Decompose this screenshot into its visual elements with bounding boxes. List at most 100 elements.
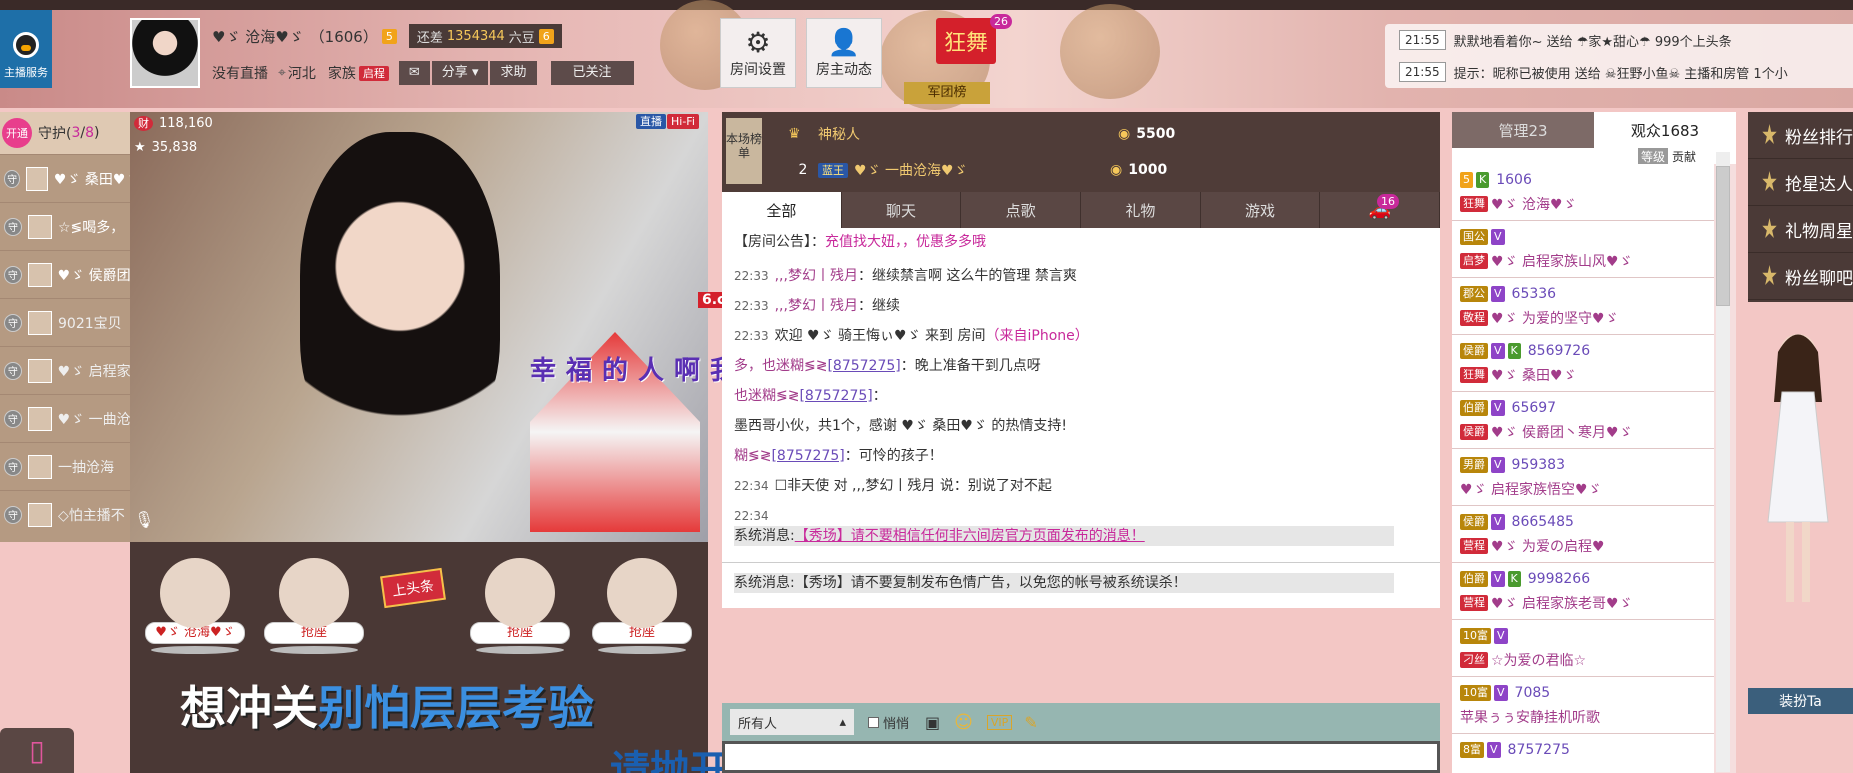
anchor-service-button[interactable]: 主播服务 (0, 10, 52, 88)
room-settings-button[interactable]: ⚙ 房间设置 (720, 18, 796, 88)
image-icon[interactable]: ▣ (925, 713, 940, 732)
chat-input[interactable] (722, 741, 1440, 773)
tab-admin[interactable]: 管理23 (1452, 112, 1594, 148)
family-badge[interactable]: 启程 (358, 65, 389, 81)
audience-row[interactable]: 侯爵 V 8665485 营程 ♥ゞ 为爱の启程♥ (1452, 506, 1714, 563)
side-menu: 粉丝排行 抢星达人 礼物周星 粉丝聊吧 (1748, 112, 1853, 302)
user-name: ♥ゞ 侯爵团丶寒月♥ゞ (1491, 425, 1633, 441)
audience-row[interactable]: 8富 V 8757275 (1452, 734, 1714, 773)
tab-audience[interactable]: 观众1683 (1594, 112, 1736, 148)
audience-row[interactable]: 侯爵 V K 8569726 狂舞 ♥ゞ 桑田♥ゞ (1452, 335, 1714, 392)
audience-row[interactable]: 郡公 V 65336 敬程 ♥ゞ 为爱的坚守♥ゞ (1452, 278, 1714, 335)
legion-rank-tab[interactable]: 军团榜 (904, 82, 990, 104)
owner-feed-button[interactable]: 👤 房主动态 (806, 18, 882, 88)
user-id: 1606 (1496, 172, 1532, 188)
anchor-avatar[interactable] (130, 18, 200, 88)
user-level-badge: 10富 (1460, 628, 1491, 644)
guard-name: 一抽沧海 (58, 459, 114, 476)
kuangwu-promo[interactable]: 狂舞 (936, 18, 996, 64)
chat-user[interactable]: 也迷糊≶≷ (734, 388, 799, 404)
guard-total: 8 (85, 125, 95, 141)
qq-penguin-icon (13, 32, 39, 58)
chat-user[interactable]: ,,,梦幻丨残月 (775, 298, 858, 314)
ranking-label[interactable]: 本场榜单 (726, 118, 762, 184)
grab-seat[interactable]: 抢座 (262, 558, 366, 656)
user-name: 苹果ぅぅ安静挂机听歌 (1460, 710, 1600, 726)
guard-list: 守 ♥ゞ 桑田♥ゞ守 ☆≶喝多，守 ♥ゞ 侯爵团守 9021宝贝守 ♥ゞ 启程家… (0, 154, 130, 538)
share-button[interactable]: 分享 ▾ (431, 61, 489, 85)
guard-item[interactable]: 守 ☆≶喝多， (0, 202, 130, 250)
chat-user[interactable]: 多，也迷糊≶≷ (734, 358, 827, 374)
rank-row[interactable]: 2 蓝王 ♥ゞ 一曲沧海♥ゞ ◉ 1000 (788, 152, 1428, 188)
audience-row[interactable]: 男爵 V 959383 ♥ゞ 启程家族悟空♥ゞ (1452, 449, 1714, 506)
whisper-checkbox[interactable] (868, 716, 879, 728)
side-menu-item[interactable]: 抢星达人 (1748, 159, 1853, 206)
tab-car[interactable]: 🚗 16 (1320, 192, 1441, 228)
message-button[interactable]: ✉ (398, 61, 430, 85)
guard-item[interactable]: 守 ♥ゞ 启程家 (0, 346, 130, 394)
audience-row[interactable]: 10富 V 7085 苹果ぅぅ安静挂机听歌 (1452, 677, 1714, 734)
owner-feed-label: 房主动态 (816, 62, 872, 78)
followed-button[interactable]: 已关注 (550, 61, 634, 85)
news-item[interactable]: 21:55 提示：昵称已被使用 送给 ☠狂野小鱼☠ 主播和房管 1个小 (1385, 56, 1853, 88)
guard-item[interactable]: 守 ♥ゞ 侯爵团 (0, 250, 130, 298)
audience-scrollbar[interactable] (1716, 152, 1730, 772)
audience-row[interactable]: 伯爵 V K 9998266 营程 ♥ゞ 启程家族老哥♥ゞ (1452, 563, 1714, 620)
chat-user-id[interactable]: [8757275] (827, 358, 900, 374)
chat-user[interactable]: 糊≶≷ (734, 448, 771, 464)
guard-item[interactable]: 守 9021宝贝 (0, 298, 130, 346)
remaining-value: 1354344 (446, 28, 505, 44)
sys-text[interactable]: 【秀场】请不要相信任何非六间房官方页面发布的消息！ (795, 528, 1145, 544)
chat-text: ：可怜的孩子！ (844, 448, 943, 464)
guard-avatar (27, 358, 52, 383)
tab-4[interactable]: 游戏 (1201, 192, 1321, 228)
grab-seat[interactable]: 抢座 (468, 558, 572, 656)
mic-icon[interactable]: 🎙 (134, 510, 154, 529)
stars-stat: ★ 35,838 (134, 140, 197, 155)
guard-badge-icon: 守 (4, 505, 22, 524)
audience-row[interactable]: 5 K 1606 狂舞 ♥ゞ 沧海♥ゞ (1452, 164, 1714, 221)
tab-3[interactable]: 礼物 (1081, 192, 1201, 228)
emoji-icon[interactable]: ☺ (954, 712, 973, 733)
grab-seat[interactable]: 抢座 (590, 558, 694, 656)
anchor-name[interactable]: ♥ゞ 沧海♥ゞ (212, 26, 304, 47)
col-contrib[interactable]: 贡献 (1672, 148, 1696, 165)
quick-phrase-icon[interactable]: ✎ (1024, 713, 1037, 732)
open-guard-button[interactable]: 开通 (2, 118, 32, 148)
news-time: 21:55 (1399, 30, 1446, 50)
tab-1[interactable]: 聊天 (842, 192, 962, 228)
col-level[interactable]: 等级 (1637, 147, 1668, 165)
user-name: ♥ゞ 启程家族老哥♥ゞ (1491, 596, 1633, 612)
chat-text: ☐非天使 对 ,,,梦幻丨残月 说：别说了对不起 (774, 478, 1052, 494)
guard-item[interactable]: 守 ◇怕主播不 (0, 490, 130, 538)
guard-name: ♥ゞ 桑田♥ゞ (53, 171, 130, 188)
target-select[interactable]: 所有人 ▴ (730, 709, 854, 735)
avatar-doll[interactable] (1758, 322, 1838, 612)
hifi-tag: Hi-Fi (667, 114, 699, 129)
side-menu-item[interactable]: 粉丝聊吧 (1748, 253, 1853, 300)
audience-row[interactable]: 伯爵 V 65697 侯爵 ♥ゞ 侯爵团丶寒月♥ゞ (1452, 392, 1714, 449)
news-item[interactable]: 21:55 默默地看着你~ 送给 ☂家★甜心☂ 999个上头条 (1385, 24, 1853, 56)
rank-row[interactable]: ♛ 神秘人 ◉ 5500 (788, 116, 1428, 152)
side-menu-item[interactable]: 礼物周星 (1748, 206, 1853, 253)
side-menu-item[interactable]: 粉丝排行 (1748, 112, 1853, 159)
guard-item[interactable]: 守 ♥ゞ 桑田♥ゞ (0, 154, 130, 202)
guard-item[interactable]: 守 ♥ゞ 一曲沧 (0, 394, 130, 442)
chat-user-id[interactable]: [8757275] (799, 388, 872, 404)
guard-item[interactable]: 守 一抽沧海 (0, 442, 130, 490)
help-button[interactable]: 求助 (490, 61, 537, 85)
tab-0[interactable]: 全部 (722, 192, 842, 228)
user-name-line: 狂舞 ♥ゞ 沧海♥ゞ (1460, 192, 1706, 216)
audience-row[interactable]: 国公 V 启梦 ♥ゞ 启程家族山风♥ゞ (1452, 221, 1714, 278)
audience-row[interactable]: 10富 V 刁丝 ☆为爱の君临☆ (1452, 620, 1714, 677)
mobile-button[interactable]: ▯ (0, 728, 74, 773)
live-video[interactable] (130, 112, 950, 552)
vip-icon[interactable]: VIP (986, 714, 1013, 730)
tab-2[interactable]: 点歌 (961, 192, 1082, 228)
host-seat[interactable]: ♥ゞ 沧海♥ゞ (143, 558, 247, 656)
chat-user[interactable]: ,,,梦幻丨残月 (775, 268, 858, 284)
chat-user-id[interactable]: [8757275] (771, 448, 844, 464)
scrollbar-thumb[interactable] (1716, 166, 1730, 306)
guard-name: ♥ゞ 一曲沧 (57, 411, 130, 428)
dress-up-button[interactable]: 装扮Ta (1748, 688, 1853, 714)
